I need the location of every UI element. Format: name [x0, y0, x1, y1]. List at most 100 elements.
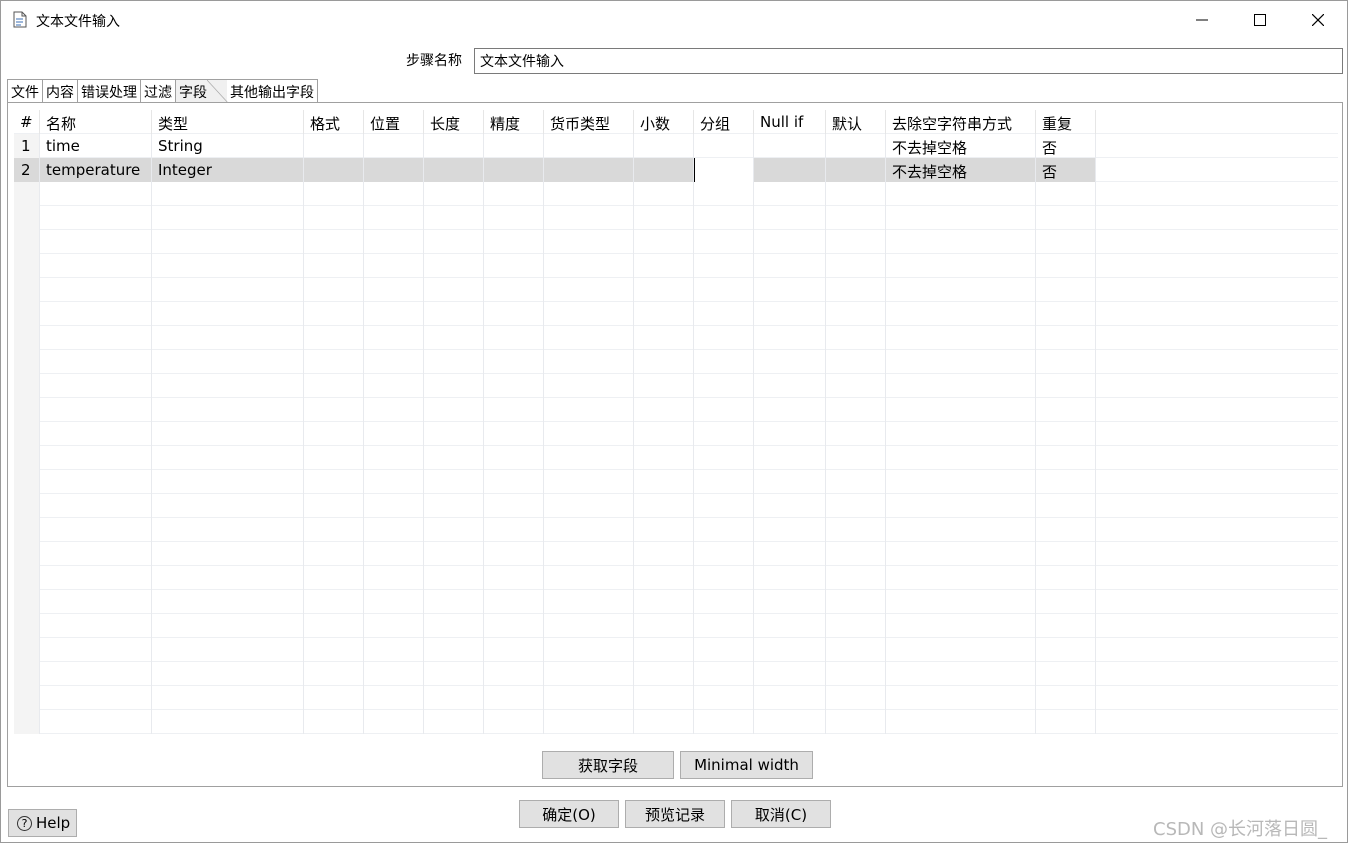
table-cell[interactable] [634, 638, 694, 662]
table-cell[interactable] [754, 422, 826, 446]
table-cell[interactable] [826, 206, 886, 230]
table-cell[interactable] [424, 494, 484, 518]
tab-fields[interactable]: 字段 [175, 79, 229, 104]
table-cell[interactable] [484, 398, 544, 422]
table-cell[interactable] [364, 254, 424, 278]
table-cell[interactable] [754, 614, 826, 638]
table-cell[interactable] [634, 590, 694, 614]
table-cell[interactable] [694, 350, 754, 374]
table-cell[interactable] [544, 182, 634, 206]
table-cell[interactable] [304, 446, 364, 470]
table-cell[interactable] [826, 686, 886, 710]
table-cell[interactable] [304, 230, 364, 254]
table-row[interactable] [14, 518, 1338, 542]
table-cell[interactable] [304, 302, 364, 326]
table-cell[interactable] [1036, 230, 1096, 254]
table-row[interactable] [14, 374, 1338, 398]
tab-file[interactable]: 文件 [7, 79, 43, 102]
table-cell[interactable] [364, 206, 424, 230]
table-cell[interactable] [152, 662, 304, 686]
table-cell[interactable] [304, 470, 364, 494]
table-row[interactable] [14, 326, 1338, 350]
table-cell[interactable] [826, 134, 886, 158]
column-header[interactable]: 精度 [484, 110, 544, 134]
table-cell[interactable] [304, 686, 364, 710]
table-cell[interactable] [1036, 182, 1096, 206]
table-cell[interactable] [424, 518, 484, 542]
table-cell[interactable] [634, 206, 694, 230]
table-cell[interactable] [826, 278, 886, 302]
table-cell[interactable] [40, 662, 152, 686]
cancel-button[interactable]: 取消(C) [731, 800, 831, 828]
table-cell[interactable] [304, 350, 364, 374]
table-cell[interactable] [40, 326, 152, 350]
table-cell[interactable] [826, 398, 886, 422]
table-cell[interactable] [484, 710, 544, 734]
table-cell[interactable] [304, 206, 364, 230]
table-cell[interactable] [364, 494, 424, 518]
table-cell[interactable] [424, 542, 484, 566]
table-cell[interactable] [886, 446, 1036, 470]
table-cell[interactable] [1036, 254, 1096, 278]
table-cell[interactable] [826, 638, 886, 662]
table-cell[interactable] [424, 326, 484, 350]
table-cell[interactable] [424, 470, 484, 494]
table-cell[interactable] [364, 686, 424, 710]
table-cell[interactable] [754, 542, 826, 566]
table-cell[interactable] [484, 614, 544, 638]
table-cell[interactable] [1036, 326, 1096, 350]
column-header[interactable]: 类型 [152, 110, 304, 134]
table-cell[interactable] [152, 206, 304, 230]
table-cell[interactable] [694, 518, 754, 542]
table-cell[interactable] [40, 278, 152, 302]
column-header[interactable]: 格式 [304, 110, 364, 134]
table-cell[interactable] [634, 350, 694, 374]
table-cell[interactable] [886, 374, 1036, 398]
table-cell[interactable] [484, 350, 544, 374]
table-cell[interactable] [754, 134, 826, 158]
table-row[interactable] [14, 230, 1338, 254]
table-cell[interactable] [424, 590, 484, 614]
table-cell[interactable] [40, 398, 152, 422]
table-cell[interactable] [424, 158, 484, 182]
table-cell[interactable] [304, 278, 364, 302]
table-cell[interactable] [544, 302, 634, 326]
table-cell[interactable] [634, 710, 694, 734]
table-cell[interactable] [304, 374, 364, 398]
table-cell[interactable] [152, 350, 304, 374]
table-cell[interactable] [544, 494, 634, 518]
table-cell[interactable] [304, 494, 364, 518]
table-cell[interactable]: 不去掉空格 [886, 158, 1036, 182]
table-cell[interactable] [754, 566, 826, 590]
tab-error-handling[interactable]: 错误处理 [77, 79, 141, 102]
table-cell[interactable] [152, 638, 304, 662]
table-cell[interactable] [1036, 686, 1096, 710]
table-row[interactable] [14, 686, 1338, 710]
table-cell[interactable] [304, 518, 364, 542]
table-cell[interactable] [1036, 278, 1096, 302]
table-cell[interactable] [826, 254, 886, 278]
table-cell[interactable] [152, 254, 304, 278]
table-cell[interactable] [484, 134, 544, 158]
table-cell[interactable] [40, 302, 152, 326]
column-header[interactable]: 分组 [694, 110, 754, 134]
table-cell[interactable] [304, 614, 364, 638]
table-cell[interactable]: temperature [40, 158, 152, 182]
table-cell[interactable] [304, 638, 364, 662]
table-cell[interactable] [484, 230, 544, 254]
table-cell[interactable] [152, 182, 304, 206]
table-cell[interactable] [364, 638, 424, 662]
table-cell[interactable] [1036, 662, 1096, 686]
table-cell[interactable] [886, 398, 1036, 422]
table-cell[interactable]: 不去掉空格 [886, 134, 1036, 158]
table-cell[interactable] [826, 326, 886, 350]
table-cell[interactable] [484, 374, 544, 398]
table-cell[interactable] [544, 614, 634, 638]
table-cell[interactable] [754, 590, 826, 614]
table-cell[interactable] [886, 710, 1036, 734]
table-cell[interactable] [152, 494, 304, 518]
table-cell[interactable] [754, 638, 826, 662]
table-cell[interactable] [364, 350, 424, 374]
table-cell[interactable] [484, 590, 544, 614]
table-cell[interactable] [694, 638, 754, 662]
